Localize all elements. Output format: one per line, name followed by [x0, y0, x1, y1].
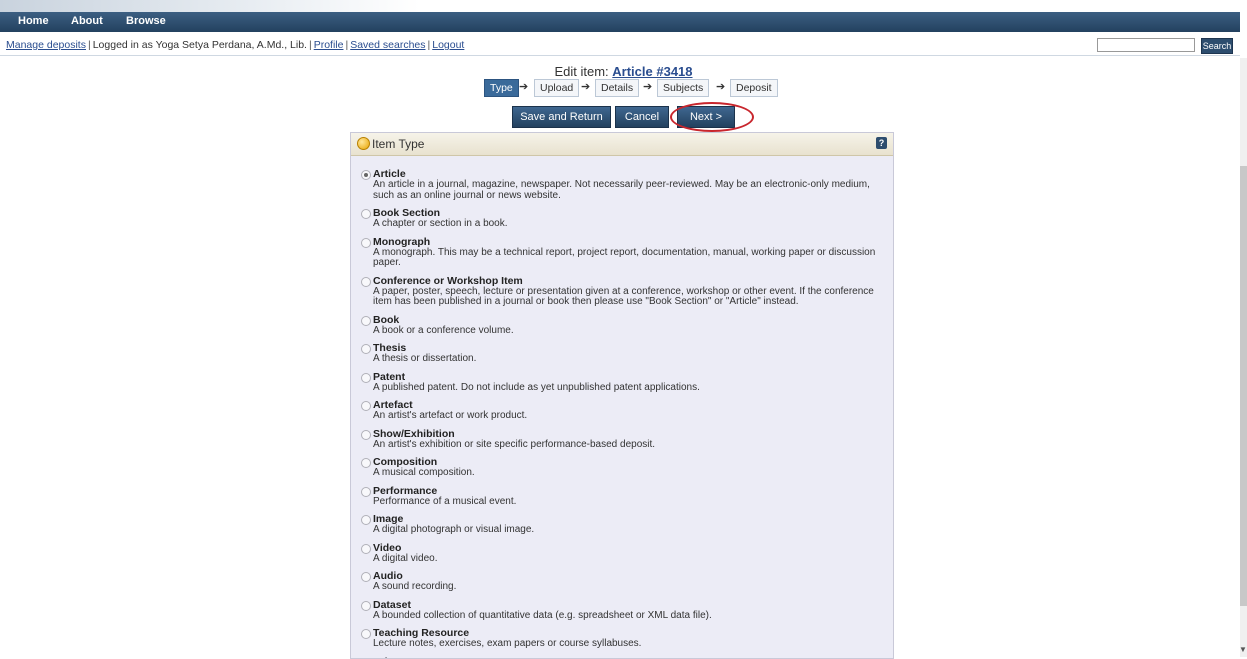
item-type-panel: Item Type ? ArticleAn article in a journ…	[350, 132, 894, 659]
arrow-right-icon: ➔	[716, 80, 725, 93]
item-type-option[interactable]: Book SectionA chapter or section in a bo…	[351, 208, 893, 230]
item-type-option[interactable]: VideoA digital video.	[351, 543, 893, 565]
page-title-prefix: Edit item:	[554, 64, 608, 79]
manage-deposits-link[interactable]: Manage deposits	[6, 39, 86, 51]
item-type-description: Lecture notes, exercises, exam papers or…	[373, 639, 893, 650]
item-type-option[interactable]: ArtefactAn artist's artefact or work pro…	[351, 400, 893, 422]
item-type-option[interactable]: PerformancePerformance of a musical even…	[351, 486, 893, 508]
radio-button[interactable]	[361, 430, 371, 440]
item-type-description: A digital video.	[373, 554, 893, 565]
radio-button[interactable]	[361, 458, 371, 468]
item-type-name: Monograph	[373, 237, 893, 248]
item-type-name: Performance	[373, 486, 893, 497]
user-toolbar: Manage deposits|Logged in as Yoga Setya …	[0, 35, 1240, 56]
item-type-option[interactable]: MonographA monograph. This may be a tech…	[351, 237, 893, 269]
header-banner-stripe	[0, 0, 420, 12]
item-type-name: Conference or Workshop Item	[373, 276, 893, 287]
item-type-option[interactable]: ArticleAn article in a journal, magazine…	[351, 169, 893, 201]
top-navigation-bar: Home About Browse	[0, 12, 1240, 32]
radio-button[interactable]	[361, 572, 371, 582]
item-type-description: A book or a conference volume.	[373, 326, 893, 337]
profile-link[interactable]: Profile	[314, 39, 344, 51]
step-subjects[interactable]: Subjects	[657, 79, 709, 97]
panel-header: Item Type ?	[351, 133, 893, 156]
required-bulb-icon	[357, 137, 370, 150]
item-type-name: Dataset	[373, 600, 893, 611]
highlight-circle	[670, 102, 754, 132]
item-type-option[interactable]: ThesisA thesis or dissertation.	[351, 343, 893, 365]
item-type-description: An article in a journal, magazine, newsp…	[373, 180, 893, 201]
item-type-description: An artist's exhibition or site specific …	[373, 440, 893, 451]
item-type-option[interactable]: AudioA sound recording.	[351, 571, 893, 593]
cancel-button[interactable]: Cancel	[615, 106, 669, 128]
radio-button[interactable]	[361, 487, 371, 497]
radio-button[interactable]	[361, 544, 371, 554]
item-type-description: A musical composition.	[373, 468, 893, 479]
panel-title: Item Type	[372, 137, 424, 151]
page-title: Edit item: Article #3418	[0, 64, 1247, 79]
arrow-right-icon: ➔	[519, 80, 528, 93]
step-deposit[interactable]: Deposit	[730, 79, 778, 97]
logout-link[interactable]: Logout	[432, 39, 464, 51]
save-and-return-button[interactable]: Save and Return	[512, 106, 611, 128]
item-type-option[interactable]: Teaching ResourceLecture notes, exercise…	[351, 628, 893, 650]
nav-home-link[interactable]: Home	[18, 15, 49, 27]
scrollbar-thumb[interactable]	[1240, 166, 1247, 606]
radio-button[interactable]	[361, 601, 371, 611]
radio-button[interactable]	[361, 401, 371, 411]
item-type-option[interactable]: Show/ExhibitionAn artist's exhibition or…	[351, 429, 893, 451]
saved-searches-link[interactable]: Saved searches	[350, 39, 425, 51]
item-type-description: A chapter or section in a book.	[373, 219, 893, 230]
item-type-description: A digital photograph or visual image.	[373, 525, 893, 536]
item-type-option[interactable]: PatentA published patent. Do not include…	[351, 372, 893, 394]
radio-button[interactable]	[361, 515, 371, 525]
user-links: Manage deposits|Logged in as Yoga Setya …	[6, 39, 464, 51]
search-input[interactable]	[1097, 38, 1195, 52]
item-type-description: A thesis or dissertation.	[373, 354, 893, 365]
item-type-option[interactable]: BookA book or a conference volume.	[351, 315, 893, 337]
item-type-name: Book	[373, 315, 893, 326]
item-type-name: Video	[373, 543, 893, 554]
item-type-description: A bounded collection of quantitative dat…	[373, 611, 893, 622]
arrow-right-icon: ➔	[581, 80, 590, 93]
item-type-option[interactable]: ImageA digital photograph or visual imag…	[351, 514, 893, 536]
item-type-option[interactable]: DatasetA bounded collection of quantitat…	[351, 600, 893, 622]
item-type-description: A monograph. This may be a technical rep…	[373, 248, 893, 269]
item-type-description: Performance of a musical event.	[373, 497, 893, 508]
nav-about-link[interactable]: About	[71, 15, 103, 27]
item-type-description: A published patent. Do not include as ye…	[373, 383, 893, 394]
step-details[interactable]: Details	[595, 79, 639, 97]
logged-in-text: Logged in as Yoga Setya Perdana, A.Md., …	[93, 39, 307, 51]
item-type-list: ArticleAn article in a journal, magazine…	[351, 169, 893, 659]
item-type-option[interactable]: Conference or Workshop ItemA paper, post…	[351, 276, 893, 308]
radio-button[interactable]	[361, 344, 371, 354]
step-type[interactable]: Type	[484, 79, 519, 97]
scroll-down-icon[interactable]: ▼	[1239, 645, 1247, 654]
item-type-name: Show/Exhibition	[373, 429, 893, 440]
help-icon[interactable]: ?	[876, 137, 887, 149]
search-button[interactable]: Search	[1201, 38, 1233, 54]
step-upload[interactable]: Upload	[534, 79, 579, 97]
item-type-description: A sound recording.	[373, 582, 893, 593]
radio-button[interactable]	[361, 209, 371, 219]
radio-button[interactable]	[361, 316, 371, 326]
item-type-option[interactable]: CompositionA musical composition.	[351, 457, 893, 479]
arrow-right-icon: ➔	[643, 80, 652, 93]
radio-button[interactable]	[361, 629, 371, 639]
item-link[interactable]: Article #3418	[612, 64, 692, 79]
radio-button[interactable]	[361, 238, 371, 248]
radio-button[interactable]	[361, 170, 371, 180]
radio-button[interactable]	[361, 373, 371, 383]
item-type-description: A paper, poster, speech, lecture or pres…	[373, 287, 893, 308]
nav-browse-link[interactable]: Browse	[126, 15, 166, 27]
radio-button[interactable]	[361, 277, 371, 287]
item-type-description: An artist's artefact or work product.	[373, 411, 893, 422]
item-type-name: Patent	[373, 372, 893, 383]
